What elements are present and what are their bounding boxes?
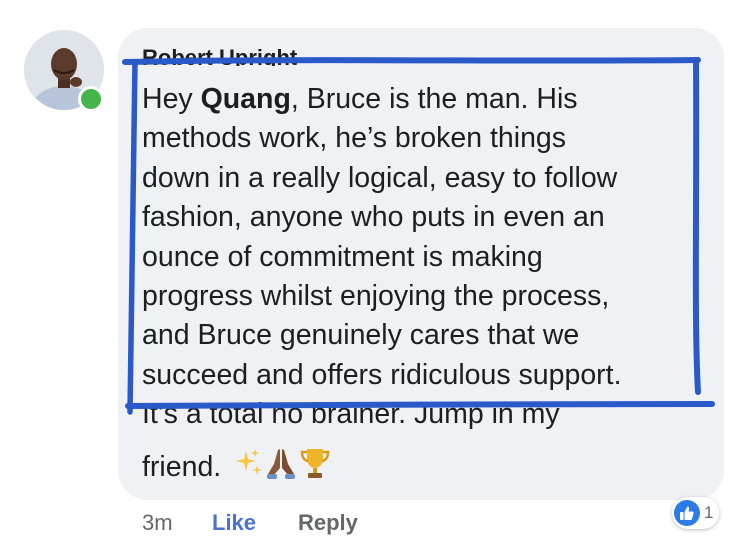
timestamp[interactable]: 3m bbox=[142, 508, 212, 538]
comment-actions: 3m Like Reply bbox=[142, 508, 358, 538]
comment-text: Hey Quang, Bruce is the man. His methods… bbox=[142, 80, 712, 435]
mention-link[interactable]: Quang bbox=[201, 83, 291, 115]
online-status-indicator bbox=[78, 86, 104, 112]
comment-line-7: and Bruce genuinely cares that we bbox=[142, 319, 580, 352]
trophy-icon bbox=[299, 446, 331, 491]
reaction-count: 1 bbox=[704, 503, 714, 522]
folded-hands-icon bbox=[265, 446, 297, 491]
comment-line-3: down in a really logical, easy to follow bbox=[142, 161, 618, 194]
comment-line-9: It’s a total no brainer. Jump in my bbox=[142, 398, 560, 431]
comment-final-word: friend. bbox=[142, 451, 222, 484]
emoji-group bbox=[233, 446, 331, 491]
reaction-summary[interactable]: 1 bbox=[672, 497, 720, 529]
comment-line-1: Hey Quang, Bruce is the man. His bbox=[142, 80, 712, 119]
comment-greeting: Hey bbox=[142, 83, 201, 115]
comment-line-6: progress whilst enjoying the process, bbox=[142, 280, 610, 313]
comment-line-4: fashion, anyone who puts in even an bbox=[142, 201, 605, 234]
sparkles-icon bbox=[233, 447, 263, 490]
like-button[interactable]: Like bbox=[212, 508, 298, 538]
comment-final-line: friend. bbox=[142, 446, 331, 491]
reply-button[interactable]: Reply bbox=[298, 508, 358, 538]
comment-line-2: methods work, he’s broken things bbox=[142, 122, 567, 155]
thumbs-up-icon bbox=[674, 500, 700, 526]
comment-line-1-text: , Bruce is the man. His bbox=[290, 83, 578, 115]
comment-line-8: succeed and offers ridiculous support. bbox=[142, 358, 622, 391]
comment-author[interactable]: Robert Upright bbox=[142, 44, 297, 66]
comment-line-5: ounce of commitment is making bbox=[142, 240, 543, 273]
